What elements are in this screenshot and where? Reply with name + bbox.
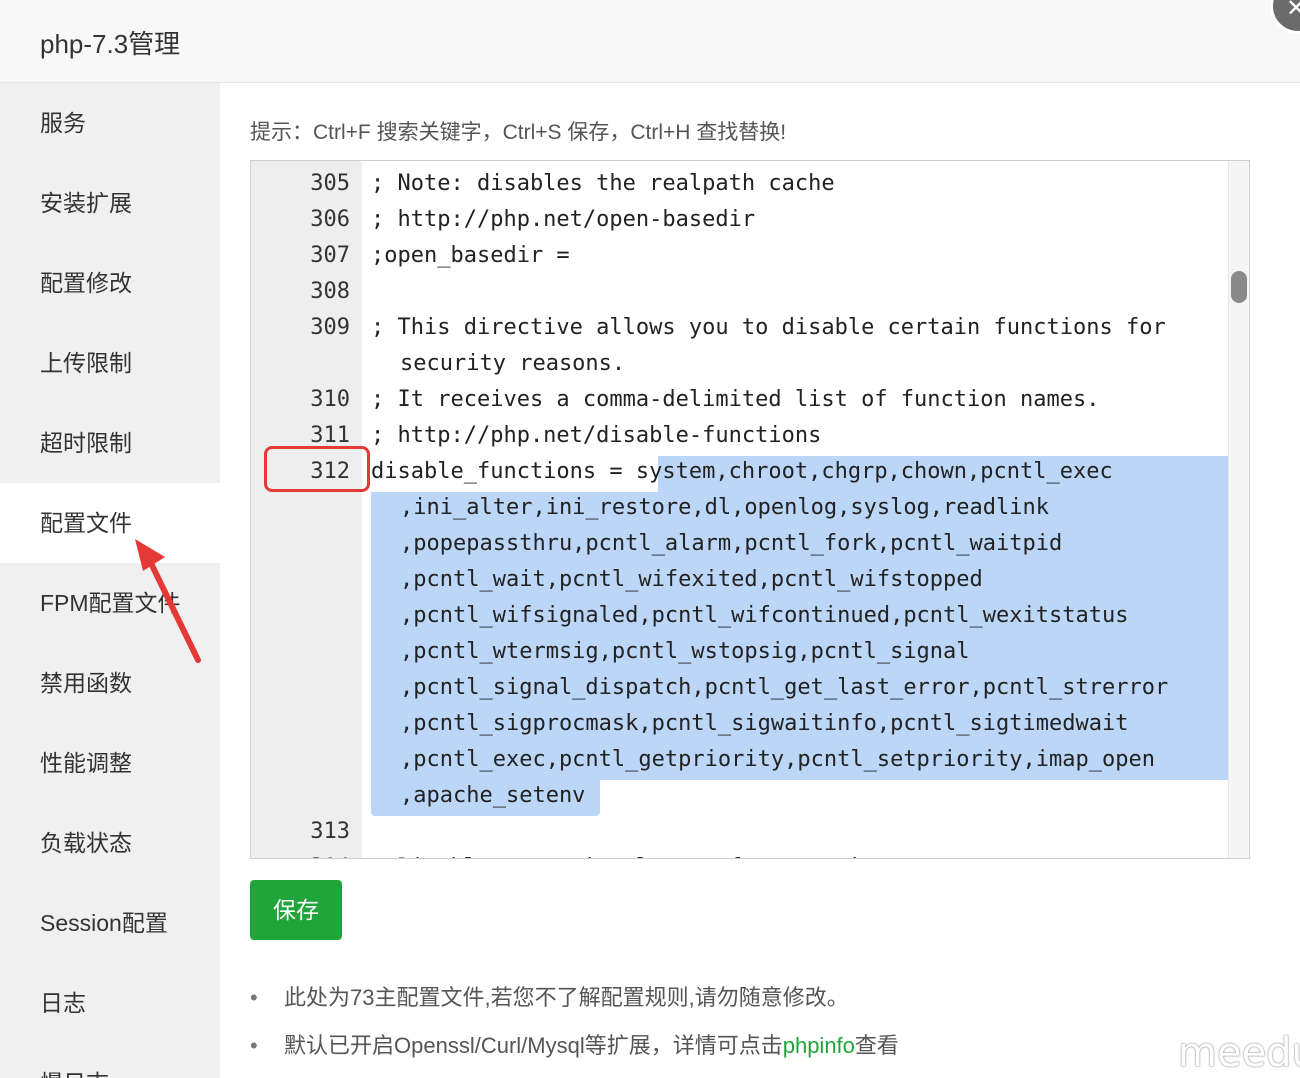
line-number: 308	[310, 279, 350, 304]
code-editor[interactable]: 305 306 307 308 309 310 311 312 313 314 …	[250, 160, 1250, 859]
code-line: ,pcntl_wifsignaled,pcntl_wifcontinued,pc…	[400, 603, 1129, 628]
line-number: 306	[310, 207, 350, 232]
sidebar-item-load-status[interactable]: 负载状态	[0, 803, 220, 883]
note-text: 此处为73主配置文件,若您不了解配置规则,请勿随意修改。	[284, 985, 849, 1010]
bullet-icon: •	[250, 1033, 258, 1058]
code-line: ; Disables certain classes for security …	[371, 850, 1007, 858]
note-text: 默认已开启Openssl/Curl/Mysql等扩展，详情可点击	[284, 1033, 783, 1058]
watermark: meedu	[1178, 1030, 1300, 1076]
code-line: ; http://php.net/open-basedir	[371, 207, 756, 232]
sidebar-item-install-extension[interactable]: 安装扩展	[0, 163, 220, 243]
code-line: ,pcntl_exec,pcntl_getpriority,pcntl_setp…	[400, 747, 1155, 772]
phpinfo-link[interactable]: phpinfo	[783, 1033, 855, 1058]
code-line: ,ini_alter,ini_restore,dl,openlog,syslog…	[400, 495, 1050, 520]
code-line: ,pcntl_signal_dispatch,pcntl_get_last_er…	[400, 675, 1169, 700]
line-number: 305	[310, 171, 350, 196]
dialog-title: php-7.3管理	[40, 29, 181, 59]
code-line: security reasons.	[400, 351, 626, 376]
dialog-header: php-7.3管理	[0, 0, 1300, 83]
scrollbar-thumb[interactable]	[1231, 271, 1247, 303]
code-line-disable-functions: disable_functions = system,chroot,chgrp,…	[371, 459, 1113, 484]
sidebar-item-upload-limit[interactable]: 上传限制	[0, 323, 220, 403]
save-button[interactable]: 保存	[250, 880, 342, 940]
line-number: 314	[251, 850, 350, 858]
sidebar-item-performance[interactable]: 性能调整	[0, 723, 220, 803]
code-line: ; This directive allows you to disable c…	[371, 315, 1166, 340]
code-line: ,pcntl_sigprocmask,pcntl_sigwaitinfo,pcn…	[400, 711, 1129, 736]
code-area[interactable]: ; Note: disables the realpath cache ; ht…	[362, 161, 1228, 858]
code-line: ; http://php.net/disable-functions	[371, 423, 822, 448]
sidebar-item-config-modify[interactable]: 配置修改	[0, 243, 220, 323]
sidebar-item-timeout-limit[interactable]: 超时限制	[0, 403, 220, 483]
line-number: 307	[310, 243, 350, 268]
code-line: ;open_basedir =	[371, 243, 570, 268]
close-icon: ✕	[1286, 0, 1300, 22]
sidebar-item-log[interactable]: 日志	[0, 963, 220, 1043]
editor-scrollbar[interactable]	[1228, 161, 1249, 858]
code-line: ,pcntl_wait,pcntl_wifexited,pcntl_wifsto…	[400, 567, 983, 592]
bullet-icon: •	[250, 985, 258, 1010]
line-number-gutter: 305 306 307 308 309 310 311 312 313 314	[251, 161, 362, 858]
code-line: ; Note: disables the realpath cache	[371, 171, 835, 196]
line-number: 310	[310, 387, 350, 412]
line-number: 313	[310, 819, 350, 844]
note-item: • 此处为73主配置文件,若您不了解配置规则,请勿随意修改。	[250, 980, 849, 1012]
code-line: ,pcntl_wtermsig,pcntl_wstopsig,pcntl_sig…	[400, 639, 970, 664]
sidebar-item-slow-log[interactable]: 慢日志	[0, 1043, 220, 1078]
note-item: • 默认已开启Openssl/Curl/Mysql等扩展，详情可点击phpinfo…	[250, 1028, 899, 1060]
line-number: 309	[310, 315, 350, 340]
annotation-arrow-icon	[135, 539, 201, 663]
editor-hint: 提示：Ctrl+F 搜索关键字，Ctrl+S 保存，Ctrl+H 查找替换!	[250, 121, 787, 144]
note-text-suffix: 查看	[854, 1033, 899, 1058]
annotation-highlight-box	[264, 446, 370, 492]
sidebar-item-service[interactable]: 服务	[0, 83, 220, 163]
code-line: ,popepassthru,pcntl_alarm,pcntl_fork,pcn…	[400, 531, 1063, 556]
code-line: ; It receives a comma-delimited list of …	[371, 387, 1100, 412]
sidebar-item-session-config[interactable]: Session配置	[0, 883, 220, 963]
code-line: ,apache_setenv	[400, 783, 586, 808]
